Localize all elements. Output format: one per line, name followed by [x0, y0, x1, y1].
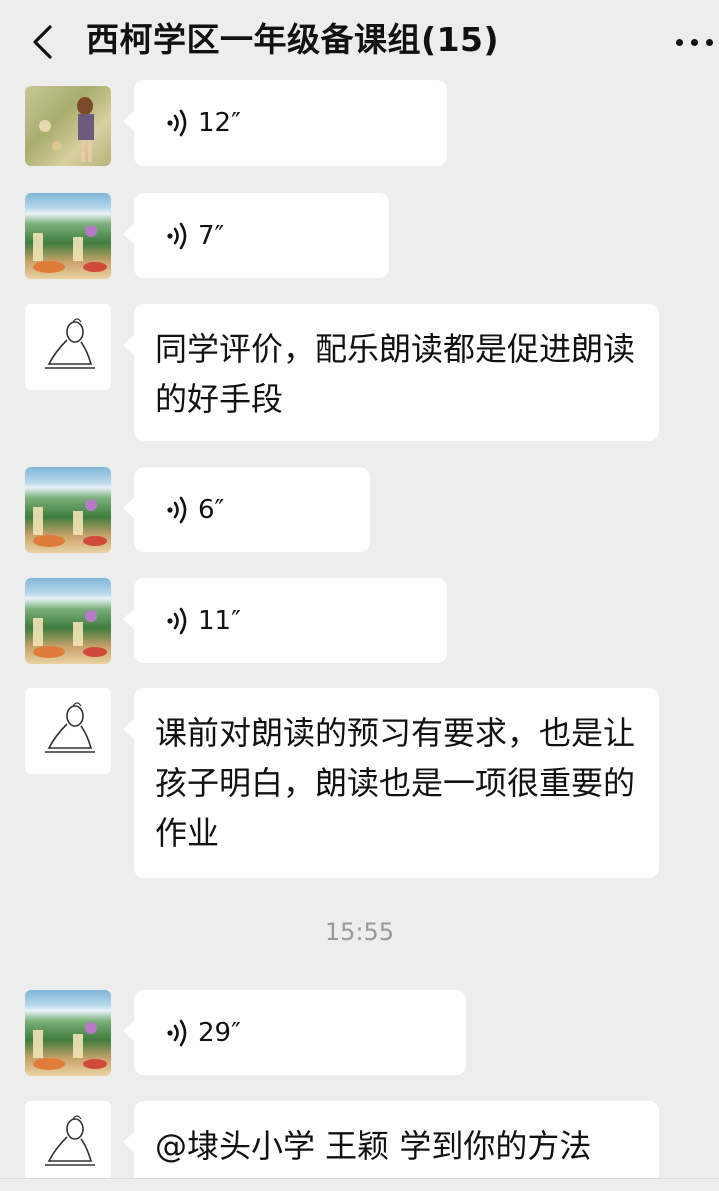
scenic-photo-icon	[33, 499, 107, 547]
voice-duration: 29″	[198, 1017, 241, 1048]
sketch-drawing-icon	[45, 1115, 95, 1166]
chat-header: 西柯学区一年级备课组(15)	[0, 0, 719, 88]
avatar[interactable]	[25, 467, 111, 553]
voice-bubble[interactable]: 6″	[123, 467, 370, 552]
voice-duration: 6″	[198, 494, 225, 525]
voice-duration: 11″	[198, 605, 241, 636]
avatar[interactable]	[25, 990, 111, 1076]
chat-title: 西柯学区一年级备课组(15)	[86, 20, 500, 59]
avatar[interactable]	[25, 578, 111, 664]
voice-wave-icon	[167, 1019, 187, 1046]
voice-bubble[interactable]: 29″	[123, 990, 466, 1075]
scenic-photo-icon	[33, 225, 107, 273]
scenic-photo-icon	[33, 610, 107, 658]
message-text: 课前对朗读的预习有要求，也是让孩子明白，朗读也是一项很重要的作业	[155, 714, 636, 852]
message-text: 同学评价，配乐朗读都是促进朗读的好手段	[155, 330, 636, 418]
back-button[interactable]	[26, 22, 58, 62]
sketch-drawing-icon	[45, 318, 95, 369]
voice-wave-icon	[167, 496, 187, 523]
voice-duration: 7″	[198, 220, 225, 251]
voice-bubble[interactable]: 7″	[123, 193, 389, 278]
timestamp: 15:55	[324, 918, 395, 946]
voice-duration: 12″	[198, 108, 241, 138]
chevron-left-icon	[33, 25, 52, 59]
text-bubble[interactable]: 课前对朗读的预习有要求，也是让孩子明白，朗读也是一项很重要的作业	[123, 688, 659, 878]
text-bubble[interactable]: @埭头小学 王颖 学到你的方法	[123, 1101, 659, 1186]
text-bubble[interactable]: 同学评价，配乐朗读都是促进朗读的好手段	[123, 304, 659, 441]
avatar[interactable]	[25, 688, 111, 774]
voice-wave-icon	[167, 222, 187, 249]
avatar[interactable]	[25, 193, 111, 279]
avatar[interactable]	[25, 1101, 111, 1187]
voice-wave-icon	[167, 607, 187, 634]
avatar[interactable]	[25, 86, 111, 166]
voice-wave-icon	[167, 109, 187, 137]
more-button[interactable]	[669, 22, 719, 62]
avatar[interactable]	[25, 304, 111, 390]
scenic-photo-icon	[33, 1022, 107, 1070]
sketch-drawing-icon	[45, 702, 95, 753]
voice-bubble[interactable]: 12″	[123, 80, 447, 166]
voice-bubble[interactable]: 11″	[123, 578, 447, 663]
more-dots-icon	[676, 38, 713, 46]
girl-photo-icon	[39, 97, 94, 162]
